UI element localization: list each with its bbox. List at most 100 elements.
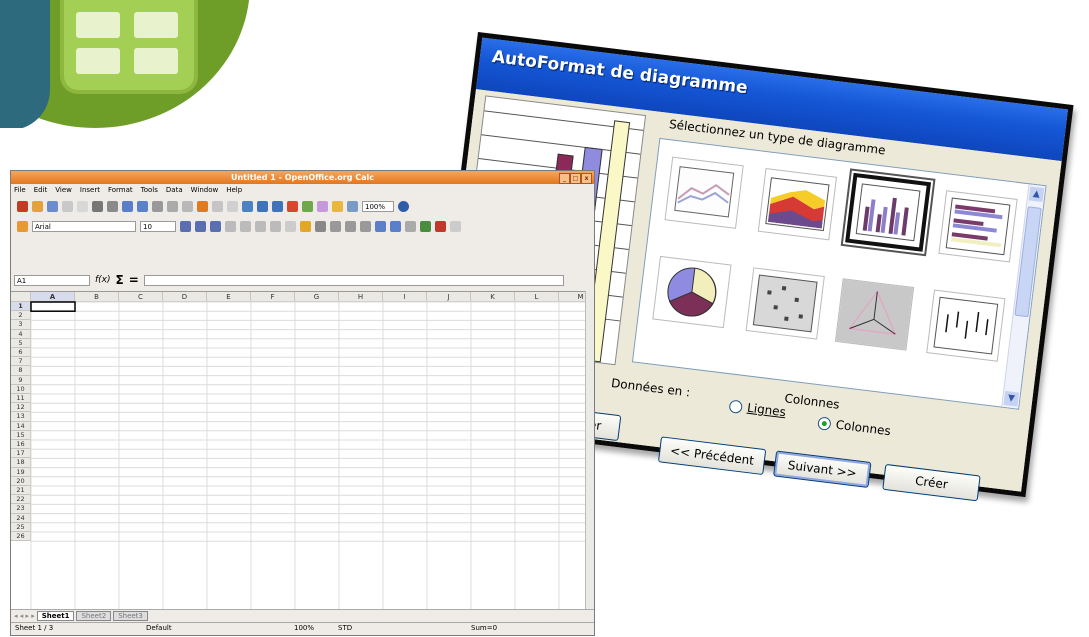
row-header[interactable]: 21 <box>11 486 31 496</box>
chart-type-tile[interactable] <box>745 267 825 340</box>
radio-rows[interactable]: Lignes <box>728 398 787 419</box>
row-header[interactable]: 15 <box>11 430 31 440</box>
radio-icon[interactable] <box>728 398 744 414</box>
close-icon[interactable]: x <box>581 173 592 184</box>
chart-type-tile[interactable] <box>926 289 1006 362</box>
column-header[interactable]: C <box>119 292 163 302</box>
spellcheck-icon[interactable] <box>122 200 133 212</box>
scroll-thumb[interactable] <box>1014 206 1042 318</box>
vertical-scrollbar[interactable] <box>585 291 594 609</box>
hyperlink-icon[interactable] <box>242 200 253 212</box>
copy-icon[interactable] <box>167 200 178 212</box>
borders-icon[interactable] <box>405 220 416 232</box>
chart-type-tile[interactable] <box>938 190 1018 263</box>
row-header[interactable]: 9 <box>11 375 31 385</box>
redo-icon[interactable] <box>227 200 238 212</box>
align-left-icon[interactable] <box>225 220 236 232</box>
chart-type-gallery[interactable]: ▲ ▼ <box>631 137 1047 410</box>
merge-cells-icon[interactable] <box>285 220 296 232</box>
open-folder-icon[interactable] <box>32 200 43 212</box>
chart-icon[interactable] <box>287 200 298 212</box>
menu-help[interactable]: Help <box>226 186 242 194</box>
row-header[interactable]: 12 <box>11 403 31 413</box>
currency-icon[interactable] <box>300 220 311 232</box>
column-header[interactable]: I <box>383 292 427 302</box>
italic-icon[interactable] <box>195 220 206 232</box>
column-header[interactable]: G <box>295 292 339 302</box>
formula-input[interactable] <box>143 274 564 286</box>
underline-icon[interactable] <box>210 220 221 232</box>
back-button[interactable]: << Précédent <box>657 436 767 476</box>
sheet-tab[interactable]: Sheet1 <box>36 611 75 621</box>
chart-type-tile[interactable] <box>664 156 744 229</box>
bold-icon[interactable] <box>180 220 191 232</box>
menu-edit[interactable]: Edit <box>34 186 48 194</box>
sum-icon[interactable]: Σ <box>116 273 124 287</box>
tab-nav-icon[interactable]: ◂ ◂ ▸ ▸ <box>14 612 35 620</box>
chart-type-tile[interactable] <box>834 278 915 351</box>
find-replace-icon[interactable] <box>317 200 328 212</box>
row-header[interactable]: 14 <box>11 421 31 431</box>
column-header[interactable]: K <box>471 292 515 302</box>
row-header[interactable]: 4 <box>11 329 31 339</box>
add-decimal-icon[interactable] <box>345 220 356 232</box>
print-preview-icon[interactable] <box>107 200 118 212</box>
name-box[interactable]: A1 <box>14 274 90 286</box>
decrease-indent-icon[interactable] <box>375 220 386 232</box>
font-size-field[interactable]: 10 <box>140 220 176 232</box>
radio-selected-icon[interactable] <box>817 415 832 431</box>
sort-ascending-icon[interactable] <box>257 200 268 212</box>
column-header[interactable]: A <box>31 292 75 302</box>
sort-descending-icon[interactable] <box>272 200 283 212</box>
edit-file-icon[interactable] <box>62 200 73 212</box>
menu-view[interactable]: View <box>55 186 72 194</box>
create-button[interactable]: Créer <box>882 463 981 502</box>
number-format-icon[interactable] <box>330 220 341 232</box>
menu-format[interactable]: Format <box>108 186 133 194</box>
delete-decimal-icon[interactable] <box>360 220 371 232</box>
row-header[interactable]: 19 <box>11 467 31 477</box>
row-header[interactable]: 2 <box>11 311 31 321</box>
export-pdf-icon[interactable] <box>77 200 88 212</box>
row-header[interactable]: 10 <box>11 384 31 394</box>
select-all-corner[interactable] <box>11 292 31 302</box>
spreadsheet-grid[interactable]: A B C D E F G H I J K L M 1 2 3 4 5 6 7 8 9 10 11 12 13 14 15 16 17 18… <box>11 291 588 610</box>
navigator-icon[interactable] <box>332 200 343 212</box>
chart-type-tile-selected[interactable] <box>845 172 932 252</box>
zoom-field[interactable]: 100% <box>362 200 394 212</box>
menu-insert[interactable]: Insert <box>80 186 100 194</box>
paste-icon[interactable] <box>182 200 193 212</box>
undo-icon[interactable] <box>212 200 223 212</box>
toggle-toolbar-icon[interactable] <box>450 220 461 232</box>
chart-type-tile[interactable] <box>652 255 732 329</box>
justify-icon[interactable] <box>270 220 281 232</box>
menu-data[interactable]: Data <box>166 186 183 194</box>
row-header[interactable]: 6 <box>11 348 31 358</box>
align-center-icon[interactable] <box>240 220 251 232</box>
function-wizard-icon[interactable]: f(x) <box>95 275 111 285</box>
row-header[interactable]: 22 <box>11 495 31 505</box>
row-header[interactable]: 8 <box>11 366 31 376</box>
row-header[interactable]: 23 <box>11 504 31 514</box>
row-header[interactable]: 13 <box>11 412 31 422</box>
chevron-up-icon[interactable]: ▲ <box>1028 186 1045 203</box>
menu-file[interactable]: File <box>14 186 26 194</box>
minimize-icon[interactable]: _ <box>559 173 570 184</box>
chart-type-tile[interactable] <box>757 168 838 241</box>
column-header[interactable]: J <box>427 292 471 302</box>
column-header[interactable]: M <box>559 292 588 302</box>
column-header[interactable]: F <box>251 292 295 302</box>
row-header[interactable]: 3 <box>11 320 31 330</box>
sheet-tab[interactable]: Sheet2 <box>76 611 112 621</box>
column-header[interactable]: D <box>163 292 207 302</box>
row-header[interactable]: 5 <box>11 338 31 348</box>
row-header[interactable]: 1 <box>11 302 31 312</box>
gallery-icon[interactable] <box>347 200 358 212</box>
next-button[interactable]: Suivant >> <box>773 450 872 488</box>
clone-format-icon[interactable] <box>197 200 208 212</box>
menu-tools[interactable]: Tools <box>141 186 158 194</box>
font-name-field[interactable]: Arial <box>32 220 136 232</box>
equals-icon[interactable]: = <box>129 273 139 287</box>
column-header[interactable]: B <box>75 292 119 302</box>
percent-icon[interactable] <box>315 220 326 232</box>
